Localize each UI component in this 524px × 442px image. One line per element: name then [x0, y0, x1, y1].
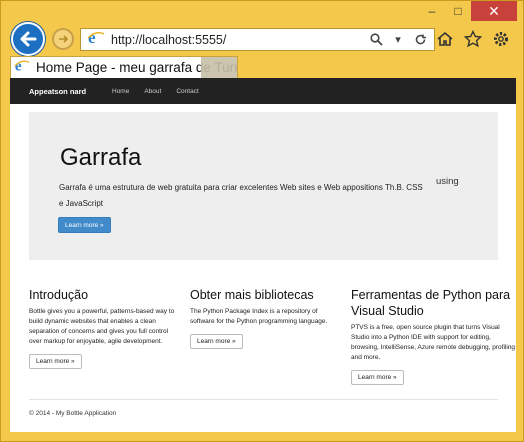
footer-text: © 2014 - My Bottle Application — [29, 410, 117, 417]
home-icon[interactable] — [435, 29, 455, 49]
ie-tab-icon: e — [14, 57, 30, 78]
nav-link-contact[interactable]: Contact — [176, 88, 198, 95]
maximize-button[interactable]: □ — [445, 1, 471, 21]
column-libraries: Obter mais bibliotecas The Python Packag… — [190, 287, 340, 349]
tab-fade — [201, 57, 237, 78]
minimize-button[interactable]: – — [419, 1, 445, 21]
jumbotron-using-text: using — [436, 176, 459, 187]
back-button[interactable] — [11, 22, 45, 56]
refresh-icon[interactable] — [412, 32, 428, 48]
star-icon[interactable] — [463, 29, 483, 49]
browser-tab[interactable]: e Home Page - meu garrafa de Turma... — [10, 56, 238, 78]
learn-more-button[interactable]: Learn more » — [29, 354, 82, 369]
footer-divider — [29, 399, 498, 400]
close-button[interactable]: ✕ — [471, 1, 517, 21]
jumbotron-title: Garrafa — [60, 144, 142, 171]
address-bar[interactable]: e http://localhost:5555/ ▾ — [80, 28, 435, 51]
nav-link-home[interactable]: Home — [112, 88, 129, 95]
browser-window: – □ ✕ e http://localhost:5555/ ▾ e Home … — [0, 0, 524, 442]
chevron-down-icon[interactable]: ▾ — [390, 32, 406, 48]
page-viewport: Appeatson nard Home About Contact Garraf… — [10, 78, 516, 432]
column-text: PTVS is a free, open source plugin that … — [351, 324, 516, 361]
column-intro: Introdução Bottle gives you a powerful, … — [29, 287, 179, 369]
learn-more-button[interactable]: Learn more » — [351, 370, 404, 385]
arrow-right-icon — [59, 35, 69, 43]
jumbotron-lead: Garrafa é uma estrutura de web gratuita … — [59, 183, 423, 208]
url-text[interactable]: http://localhost:5555/ — [111, 33, 368, 47]
jumbotron-learn-more-button[interactable]: Learn more » — [58, 217, 111, 233]
column-tools: Ferramentas de Python para Visual Studio… — [351, 287, 516, 385]
site-navbar: Appeatson nard Home About Contact — [10, 78, 516, 104]
window-caption-buttons: – □ ✕ — [419, 1, 517, 21]
learn-more-button[interactable]: Learn more » — [190, 334, 243, 349]
column-title: Ferramentas de Python para Visual Studio — [351, 288, 511, 318]
navbar-brand[interactable]: Appeatson nard — [29, 87, 112, 96]
gear-icon[interactable] — [491, 29, 511, 49]
arrow-left-icon — [20, 31, 37, 47]
forward-button[interactable] — [52, 28, 74, 50]
jumbotron: Garrafa Garrafa é uma estrutura de web g… — [29, 112, 498, 260]
ie-icon: e — [87, 28, 107, 51]
column-title: Obter mais bibliotecas — [190, 288, 314, 302]
column-text: Bottle gives you a powerful, patterns-ba… — [29, 308, 175, 345]
column-text: The Python Package Index is a repository… — [190, 308, 328, 325]
toolbar-icons — [435, 29, 511, 49]
column-title: Introdução — [29, 288, 89, 302]
search-icon[interactable] — [368, 32, 384, 48]
nav-link-about[interactable]: About — [144, 88, 161, 95]
